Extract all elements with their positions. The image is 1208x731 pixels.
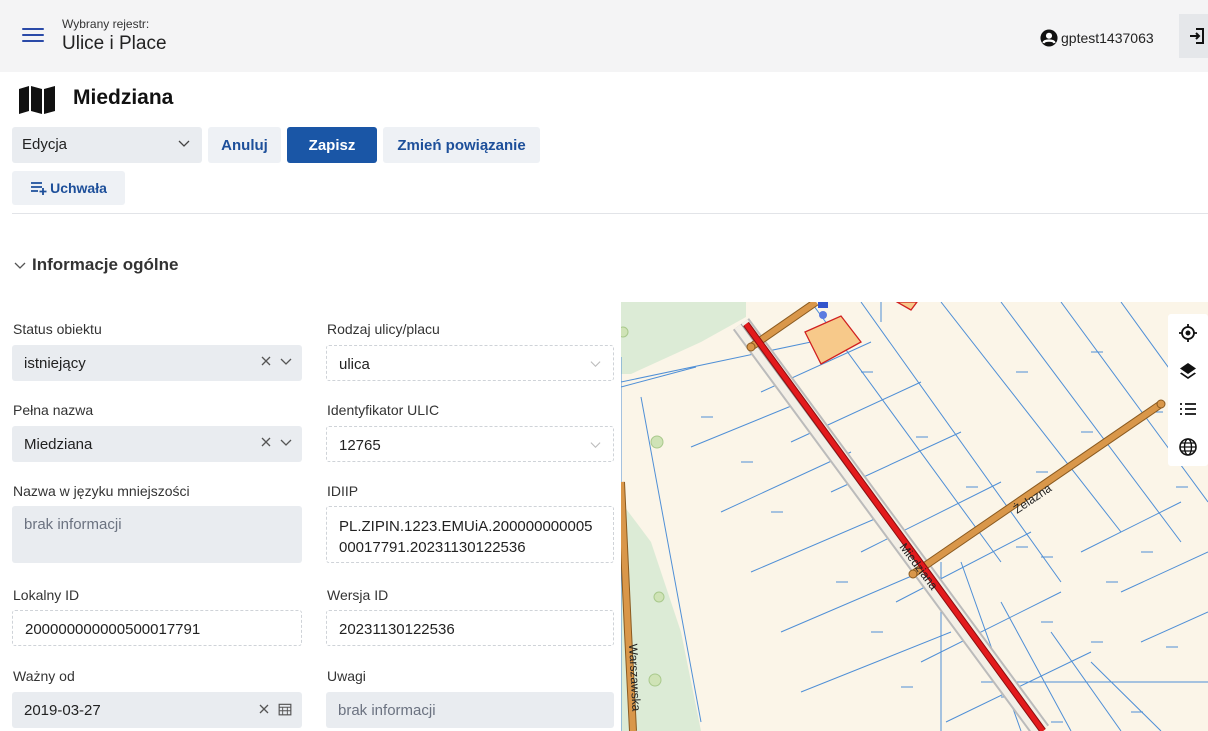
tree <box>650 435 664 449</box>
chevron-down-icon <box>590 361 601 368</box>
street-type-label: Rodzaj ulicy/placu <box>327 321 440 337</box>
mode-select[interactable]: Edycja <box>12 127 202 163</box>
layers-icon <box>1180 363 1196 379</box>
user-account[interactable]: gptest1437063 <box>1040 29 1154 47</box>
section-toggle[interactable]: Informacje ogólne <box>14 255 178 275</box>
top-bar: Wybrany rejestr: Ulice i Place gptest143… <box>0 0 1208 72</box>
parcel-lines <box>621 302 1208 731</box>
green-area <box>621 302 746 374</box>
map-toolbar <box>1168 314 1208 466</box>
calendar-icon[interactable] <box>278 702 292 716</box>
locate-icon <box>1179 324 1197 342</box>
tree <box>648 673 662 687</box>
ulic-id-value: 12765 <box>339 437 381 454</box>
street-type-select[interactable]: ulica <box>326 345 614 381</box>
street-node <box>1156 399 1166 409</box>
parcel-marks <box>701 351 1188 723</box>
register-label: Wybrany rejestr: <box>62 17 150 31</box>
divider <box>12 213 1208 214</box>
chevron-down-icon <box>590 442 601 449</box>
ulic-id-label: Identyfikator ULIC <box>327 402 440 418</box>
locate-button[interactable] <box>1168 314 1208 352</box>
full-name-value: Miedziana <box>24 436 93 453</box>
local-id-field[interactable]: 200000000000500017791 <box>12 610 302 646</box>
building <box>804 315 862 365</box>
add-resolution-button[interactable]: Uchwała <box>12 171 125 205</box>
clear-icon[interactable] <box>260 355 272 367</box>
notes-value: brak informacji <box>338 702 436 719</box>
logout-icon <box>1190 28 1204 44</box>
save-button[interactable]: Zapisz <box>287 127 377 163</box>
status-label: Status obiektu <box>13 321 102 337</box>
chevron-down-icon <box>14 262 26 269</box>
basemap-button[interactable] <box>1168 428 1208 466</box>
minority-name-label: Nazwa w języku mniejszości <box>13 483 190 499</box>
legend-button[interactable] <box>1168 390 1208 428</box>
hamburger-menu-icon[interactable] <box>22 28 44 46</box>
chevron-down-icon <box>178 140 190 147</box>
full-name-label: Pełna nazwa <box>13 402 94 418</box>
page-title: Miedziana <box>73 86 174 109</box>
layers-button[interactable] <box>1168 352 1208 390</box>
tree <box>653 591 665 603</box>
chevron-down-icon[interactable] <box>280 436 292 448</box>
status-select[interactable]: istniejący <box>12 345 302 381</box>
version-id-value: 20231130122536 <box>339 621 455 638</box>
mode-select-value: Edycja <box>22 136 68 153</box>
notes-field: brak informacji <box>326 692 614 728</box>
add-resolution-label: Uchwała <box>50 180 107 196</box>
idiip-label: IDIIP <box>327 483 359 499</box>
globe-icon <box>1179 438 1197 456</box>
map-view[interactable]: Miedziana Żelazna Warszawska <box>621 302 1208 731</box>
version-id-label: Wersja ID <box>327 587 389 603</box>
tree <box>621 326 629 338</box>
logout-button[interactable] <box>1179 14 1208 58</box>
ulic-id-select[interactable]: 12765 <box>326 426 614 462</box>
playlist-add-icon <box>31 182 47 195</box>
poi-marker <box>818 302 828 308</box>
cancel-button[interactable]: Anuluj <box>208 127 281 163</box>
valid-from-value: 2019-03-27 <box>24 702 101 719</box>
full-name-select[interactable]: Miedziana <box>12 426 302 462</box>
notes-label: Uwagi <box>327 668 366 684</box>
miedziana-map-label: Miedziana <box>897 540 941 592</box>
clear-icon[interactable] <box>260 436 272 448</box>
register-name: Ulice i Place <box>62 33 167 54</box>
minority-name-value: brak informacji <box>24 516 122 533</box>
clear-icon[interactable] <box>258 703 270 715</box>
selected-street-miedziana[interactable] <box>743 322 1046 731</box>
building <box>895 302 918 311</box>
minority-name-field: brak informacji <box>12 506 302 563</box>
idiip-value-line2: 00017791.20231130122536 <box>339 539 526 556</box>
street-type-value: ulica <box>339 356 370 373</box>
local-id-value: 200000000000500017791 <box>25 621 201 638</box>
username: gptest1437063 <box>1061 30 1154 46</box>
user-circle-icon <box>1040 29 1058 47</box>
status-value: istniejący <box>24 355 86 372</box>
poi-marker <box>819 311 827 319</box>
idiip-field[interactable]: PL.ZIPIN.1223.EMUiA.200000000005 0001779… <box>326 506 614 563</box>
valid-from-datepicker[interactable]: 2019-03-27 <box>12 692 302 728</box>
chevron-down-icon[interactable] <box>280 355 292 367</box>
change-link-button[interactable]: Zmień powiązanie <box>383 127 540 163</box>
legend-list-icon <box>1180 403 1196 415</box>
street-node <box>746 342 756 352</box>
section-title: Informacje ogólne <box>32 255 179 274</box>
local-id-label: Lokalny ID <box>13 587 80 603</box>
idiip-value-line1: PL.ZIPIN.1223.EMUiA.200000000005 <box>339 518 593 535</box>
valid-from-label: Ważny od <box>13 668 75 684</box>
version-id-field[interactable]: 20231130122536 <box>326 610 614 646</box>
map-icon <box>19 86 55 114</box>
